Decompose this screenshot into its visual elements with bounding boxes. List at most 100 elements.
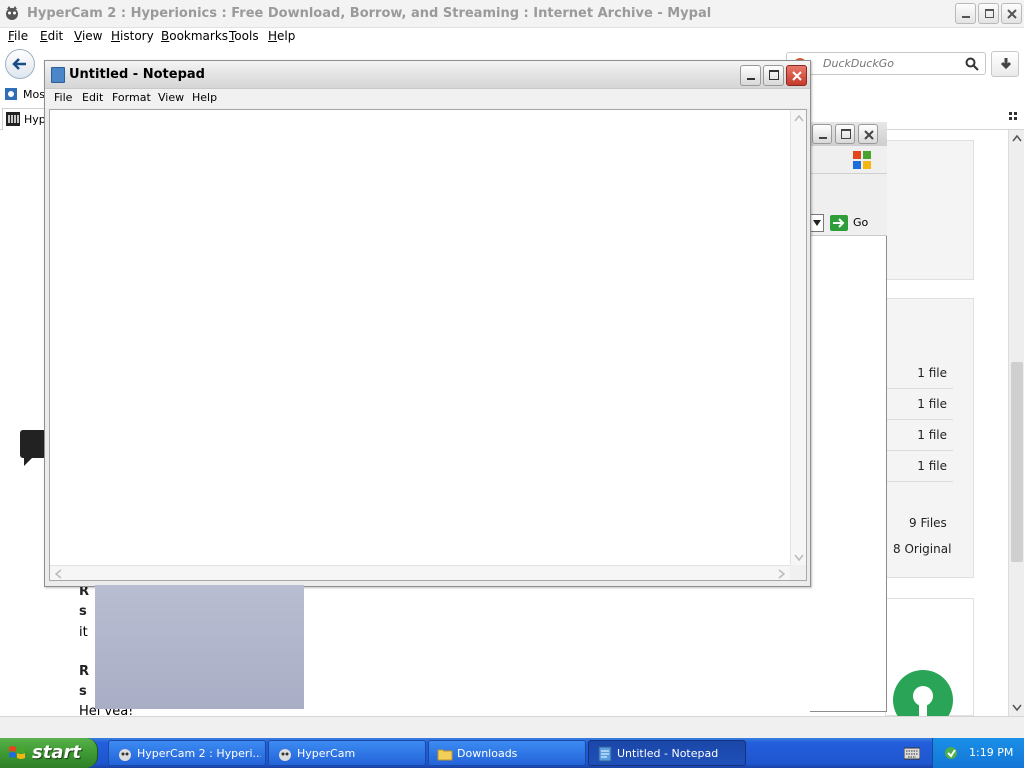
scroll-down-icon[interactable] [1012,704,1022,712]
browser-close-button[interactable] [1001,3,1022,24]
download-arrow-icon [1000,58,1012,70]
file-row[interactable]: 1 file [887,389,953,420]
file-count: 1 file [917,366,947,380]
notepad-menu-file[interactable]: File [54,91,72,104]
page-scrollbar[interactable] [1008,130,1024,716]
notepad-text-area[interactable] [50,110,792,566]
background-window-toolbar-2 [810,174,887,210]
total-files[interactable]: 9 Files [909,516,947,530]
notepad-editor-area [49,109,807,581]
chevron-down-icon [813,220,821,226]
file-row[interactable]: 1 file [887,451,953,482]
scroll-right-icon[interactable] [778,569,786,579]
browser-minimize-button[interactable] [955,3,976,24]
taskbar-item-hypercam[interactable]: HyperCam [268,740,426,766]
scroll-down-icon[interactable] [794,554,804,562]
scroll-up-icon[interactable] [1012,134,1022,142]
notepad-menu-help[interactable]: Help [192,91,217,104]
snippet-text: s [79,684,87,699]
scroll-left-icon[interactable] [54,569,62,579]
bg-maximize-button[interactable] [835,124,855,144]
notepad-vertical-scrollbar[interactable] [790,110,806,566]
taskbar-item-hypercam-browser[interactable]: HyperCam 2 : Hyperi... [108,740,266,766]
tray-app-icon[interactable] [943,745,959,761]
notepad-window[interactable]: Untitled - Notepad File Edit Format View… [44,60,811,587]
go-button-label[interactable]: Go [853,216,868,229]
notepad-menu-edit[interactable]: Edit [82,91,103,104]
bg-close-button[interactable] [858,124,878,144]
taskbar-item-notepad[interactable]: Untitled - Notepad [588,740,746,766]
notepad-title-bar[interactable]: Untitled - Notepad [45,61,810,89]
background-window-title-bar [810,122,887,146]
menu-tools[interactable]: Tools [229,29,259,43]
browser-menu-bar: File Edit View History Bookmarks Tools H… [0,28,1024,46]
notepad-menu-view[interactable]: View [158,91,184,104]
menu-view[interactable]: View [74,29,102,43]
bookmark-page-icon [5,88,17,100]
browser-title: HyperCam 2 : Hyperionics : Free Download… [27,6,712,21]
taskbar-item-label: Untitled - Notepad [617,747,719,760]
feedback-icon[interactable] [20,430,46,466]
original-files[interactable]: 8 Original [893,542,951,556]
scrollbar-thumb[interactable] [1011,362,1023,562]
background-window[interactable]: Go [810,122,887,712]
info-card-top [885,140,974,280]
address-dropdown[interactable] [810,214,824,232]
start-button[interactable]: start [0,738,98,768]
notepad-icon [51,67,65,83]
menu-file[interactable]: File [8,29,28,43]
close-icon [864,130,874,140]
notepad-horizontal-scrollbar[interactable] [50,565,792,580]
windows-flag-icon [9,746,25,759]
browser-title-bar: HyperCam 2 : Hyperionics : Free Download… [0,0,1024,28]
menu-edit[interactable]: Edit [40,29,63,43]
system-tray: 1:19 PM [932,738,1024,768]
notepad-close-button[interactable] [786,65,807,86]
mypal-app-icon [6,6,18,20]
resize-grip-icon[interactable] [790,565,806,580]
close-icon [792,71,802,81]
keyboard-icon[interactable] [904,746,920,760]
search-icon[interactable] [965,57,979,71]
notepad-menu-format[interactable]: Format [112,91,151,104]
downloads-button[interactable] [991,51,1019,77]
taskbar: start HyperCam 2 : Hyperi... HyperCam Do… [0,738,1024,768]
file-row[interactable]: 1 file [887,420,953,451]
menu-help[interactable]: Help [268,29,295,43]
search-field[interactable] [786,52,986,75]
browser-status-bar [0,716,1024,738]
file-count: 1 file [917,397,947,411]
file-count: 1 file [917,459,947,473]
browser-restore-button[interactable] [978,3,999,24]
go-arrow-icon[interactable] [830,215,848,231]
snippet-text: R [79,664,90,679]
start-label: start [32,742,81,763]
notepad-maximize-button[interactable] [763,65,784,86]
file-count: 1 file [917,428,947,442]
taskbar-item-downloads[interactable]: Downloads [428,740,586,766]
snippet-text: s [79,604,87,619]
menu-history[interactable]: History [111,29,154,43]
taskbar-item-label: HyperCam [297,747,356,760]
search-input[interactable] [821,56,961,71]
back-button[interactable] [5,49,35,79]
taskbar-item-label: HyperCam 2 : Hyperi... [137,747,261,760]
snippet-text: it [79,625,88,640]
notepad-minimize-button[interactable] [740,65,761,86]
scroll-up-icon[interactable] [794,114,804,122]
bg-minimize-button[interactable] [812,124,832,144]
background-window-toolbar [810,146,887,174]
background-window-address-bar: Go [810,210,887,236]
lock-badge-icon[interactable] [893,670,953,716]
internet-archive-icon [6,112,20,126]
file-row[interactable]: 1 file [887,358,953,389]
windows-logo-icon [853,151,871,169]
clock[interactable]: 1:19 PM [969,746,1013,759]
notepad-title: Untitled - Notepad [69,67,205,82]
notepad-menu-bar: File Edit Format View Help [45,89,810,108]
hypercam-icon [279,749,291,761]
menu-bookmarks[interactable]: Bookmarks [161,29,228,43]
tab-list-icon[interactable] [1009,112,1019,122]
folder-icon [437,749,453,761]
notepad-icon [598,746,612,762]
